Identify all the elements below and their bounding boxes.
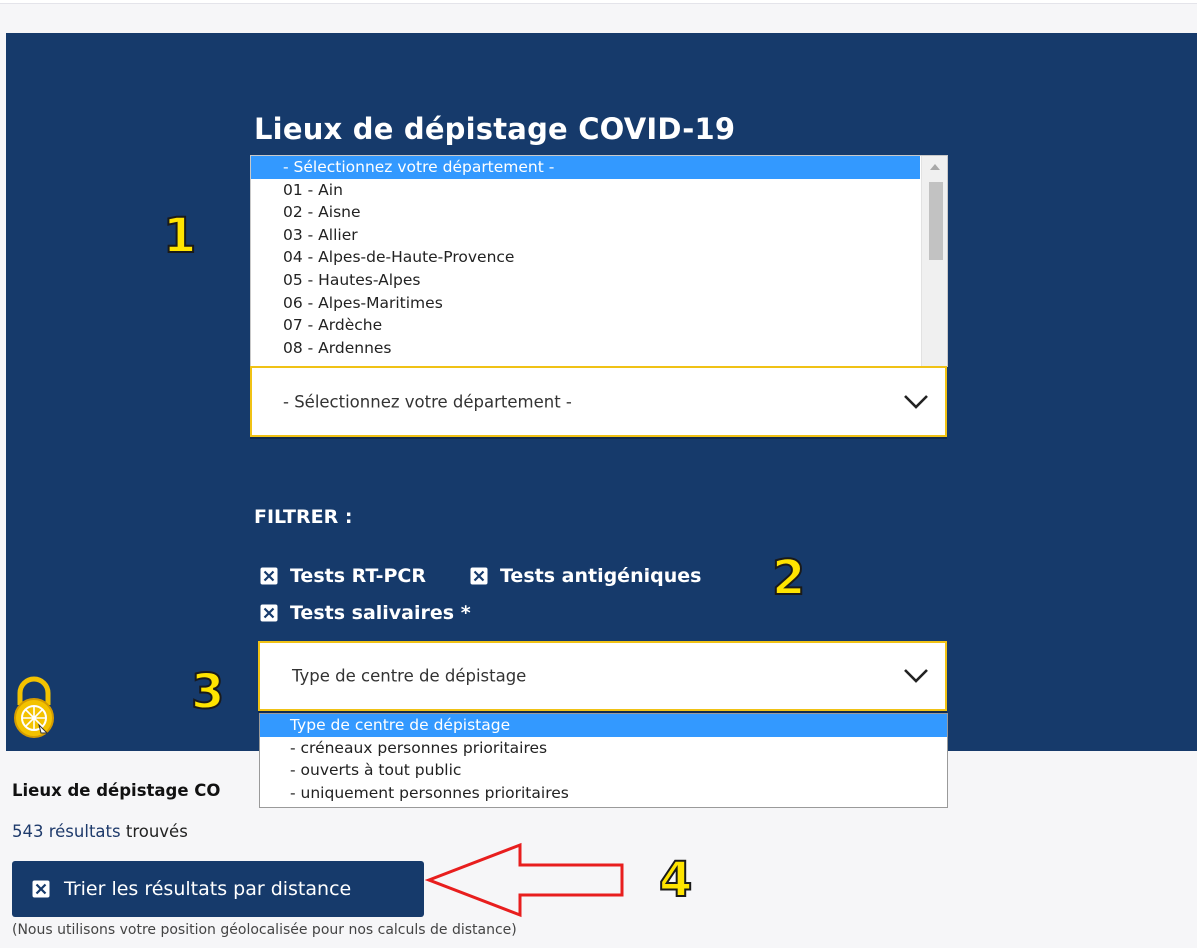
checkbox-label: Tests RT-PCR (290, 565, 426, 587)
results-count-suffix: trouvés (120, 822, 188, 841)
filter-heading: FILTRER : (254, 506, 353, 528)
department-option[interactable]: 06 - Alpes-Maritimes (251, 292, 947, 315)
annotation-arrow-icon (425, 842, 624, 918)
checkbox-antigeniques[interactable]: Tests antigéniques (470, 565, 701, 587)
department-option[interactable]: 07 - Ardèche (251, 314, 947, 337)
listbox-scrollbar[interactable] (921, 156, 947, 366)
results-title: Lieux de dépistage CO (12, 781, 221, 800)
checked-box-icon[interactable] (260, 604, 278, 622)
accessibility-lock-icon[interactable] (10, 675, 58, 739)
department-option[interactable]: 01 - Ain (251, 179, 947, 202)
department-option[interactable]: 03 - Allier (251, 224, 947, 247)
center-type-option-selected[interactable]: Type de centre de dépistage (260, 714, 947, 737)
checked-box-icon[interactable] (470, 567, 488, 585)
sort-button-label: Trier les résultats par distance (64, 878, 352, 900)
center-type-select[interactable]: Type de centre de dépistage (258, 641, 947, 711)
department-option[interactable]: 04 - Alpes-de-Haute-Provence (251, 246, 947, 269)
checkbox-salivaires[interactable]: Tests salivaires * (260, 602, 471, 624)
department-option[interactable]: 02 - Aisne (251, 201, 947, 224)
department-select-value: - Sélectionnez votre département - (283, 392, 572, 411)
chevron-down-icon (904, 669, 928, 683)
results-count: 543 résultats trouvés (12, 822, 188, 841)
center-type-select-value: Type de centre de dépistage (292, 666, 527, 686)
annotation-number: 3 (190, 663, 225, 721)
checkbox-rt-pcr[interactable]: Tests RT-PCR (260, 565, 426, 587)
page-title: Lieux de dépistage COVID-19 (254, 112, 736, 146)
annotation-number: 1 (162, 207, 197, 265)
scrollbar-thumb[interactable] (929, 182, 943, 260)
center-type-option[interactable]: - créneaux personnes prioritaires (260, 737, 947, 760)
department-listbox[interactable]: - Sélectionnez votre département - 01 - … (250, 155, 948, 367)
scroll-up-arrow-icon[interactable] (930, 164, 940, 170)
department-option[interactable]: 05 - Hautes-Alpes (251, 269, 947, 292)
center-type-option[interactable]: - ouverts à tout public (260, 759, 947, 782)
checkbox-label: Tests antigéniques (500, 565, 702, 587)
sort-by-distance-button[interactable]: Trier les résultats par distance (12, 861, 424, 917)
results-count-number: 543 résultats (12, 822, 121, 841)
annotation-number: 2 (771, 549, 806, 607)
center-type-option[interactable]: - uniquement personnes prioritaires (260, 782, 947, 805)
checked-box-icon (32, 880, 50, 898)
annotation-number: 4 (658, 851, 693, 909)
top-bar (0, 0, 1197, 4)
checkbox-label: Tests salivaires * (290, 602, 471, 624)
chevron-down-icon (904, 394, 928, 409)
department-select[interactable]: - Sélectionnez votre département - (250, 366, 947, 437)
department-option-selected[interactable]: - Sélectionnez votre département - (251, 156, 920, 179)
department-option[interactable]: 08 - Ardennes (251, 337, 947, 360)
checked-box-icon[interactable] (260, 567, 278, 585)
center-type-dropdown[interactable]: Type de centre de dépistage - créneaux p… (259, 713, 948, 808)
geolocation-note: (Nous utilisons votre position géolocali… (12, 922, 517, 938)
